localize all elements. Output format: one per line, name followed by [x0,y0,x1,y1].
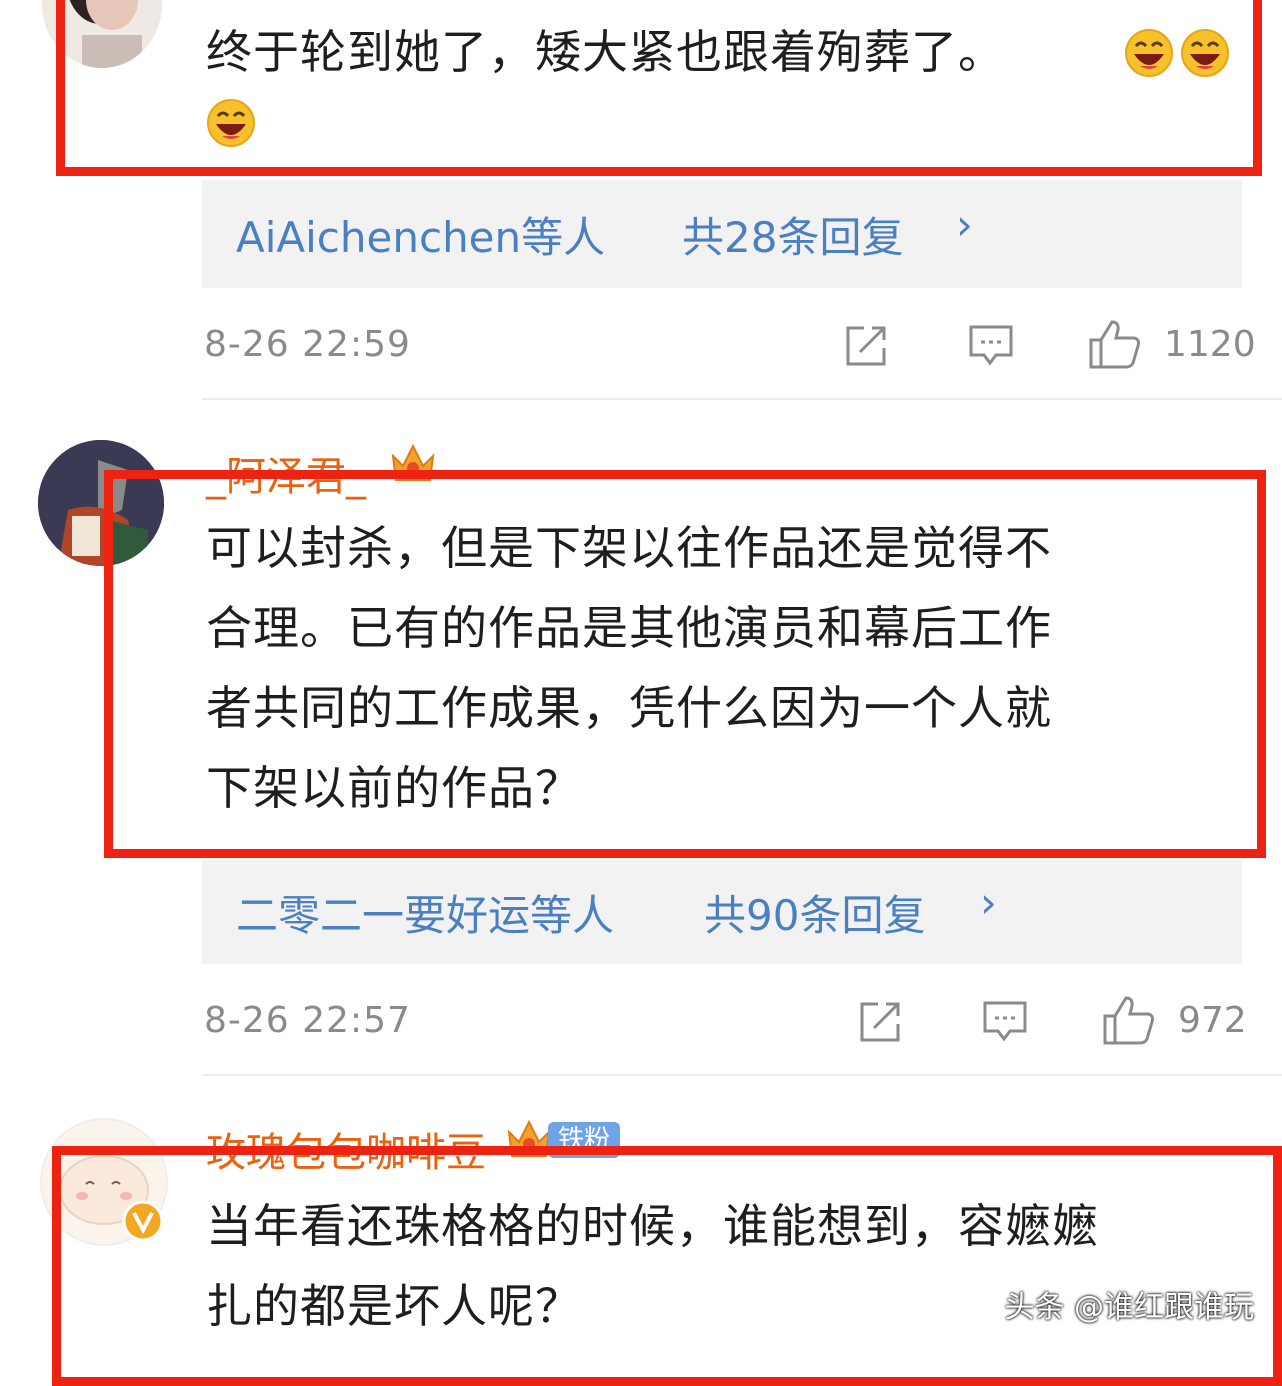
like-icon[interactable] [1088,318,1142,370]
highlight-box [104,470,1266,858]
reply-preview[interactable]: AiAichenchen等人 共28条回复 › [202,180,1242,288]
reply-count-link[interactable]: 共90条回复 [704,882,925,943]
share-icon[interactable] [858,998,904,1044]
comment-icon[interactable] [968,322,1014,368]
comment-icon[interactable] [982,998,1028,1044]
divider [202,1074,1282,1076]
like-count: 1120 [1164,324,1256,365]
reply-names: AiAichenchen等人 [236,213,606,262]
like-count: 972 [1178,1000,1247,1041]
share-icon[interactable] [844,322,890,368]
watermark: 头条 @谁红跟谁玩 [1004,1290,1254,1325]
highlight-box [56,0,1262,176]
reply-count-link[interactable]: 共28条回复 [682,204,903,265]
comment-time: 8-26 22:57 [204,1000,411,1041]
reply-preview[interactable]: 二零二一要好运等人 共90条回复 › [202,860,1242,964]
chevron-right-icon: › [956,200,973,249]
reply-names: 二零二一要好运等人 [236,891,615,940]
divider [202,398,1282,400]
comment-time: 8-26 22:59 [204,324,411,365]
highlight-box [52,1146,1282,1386]
chevron-right-icon: › [980,878,997,927]
like-icon[interactable] [1102,994,1156,1046]
